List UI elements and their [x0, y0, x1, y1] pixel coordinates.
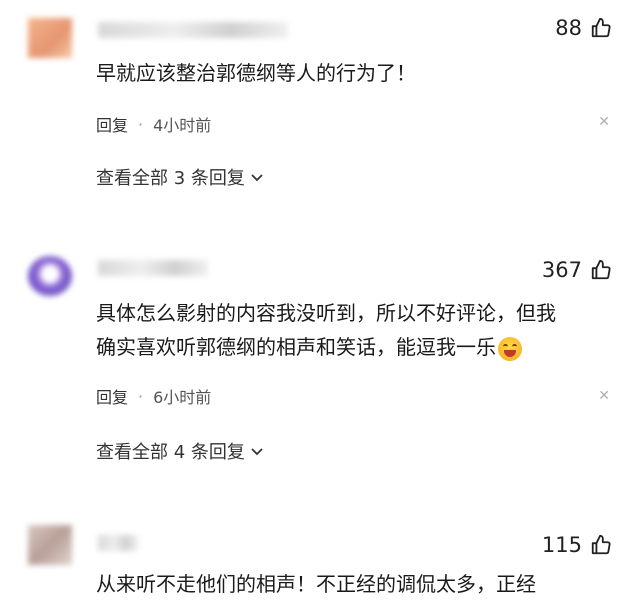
like-control[interactable]: 367	[542, 258, 612, 282]
close-icon[interactable]: ✕	[598, 388, 610, 404]
timestamp: 6小时前	[153, 388, 212, 407]
comment-2: 367 具体怎么影射的内容我没听到，所以不好评论，但我 确实喜欢听郭德纲的相声和…	[0, 250, 640, 470]
view-replies-button[interactable]: 查看全部 4 条回复	[96, 438, 265, 464]
chevron-down-icon	[251, 174, 263, 182]
comment-meta: 回复 · 4小时前	[96, 112, 211, 136]
avatar[interactable]	[28, 525, 72, 565]
comment-line: 从来听不走他们的相声！不正经的调侃太多，正经	[96, 572, 536, 596]
like-control[interactable]: 115	[542, 533, 612, 557]
comment-3: 115 从来听不走他们的相声！不正经的调侃太多，正经	[0, 515, 640, 596]
like-count: 115	[541, 533, 582, 557]
thumbs-up-icon[interactable]	[590, 534, 612, 556]
view-replies-button[interactable]: 查看全部 3 条回复	[96, 164, 265, 190]
like-count: 88	[555, 16, 582, 40]
reply-button[interactable]: 回复	[96, 384, 128, 408]
timestamp: 4小时前	[153, 116, 212, 135]
username-blurred[interactable]	[98, 260, 208, 276]
view-replies-label: 查看全部 3 条回复	[96, 168, 245, 189]
close-icon[interactable]: ✕	[598, 114, 610, 130]
comment-1: 88 早就应该整治郭德纲等人的行为了！ 回复 · 4小时前 ✕ 查看全部 3 条…	[0, 0, 640, 200]
comment-line-text: 确实喜欢听郭德纲的相声和笑话，能逗我一乐	[96, 335, 496, 359]
comment-text: 从来听不走他们的相声！不正经的调侃太多，正经	[96, 567, 606, 601]
avatar[interactable]	[28, 256, 72, 296]
comment-line: 早就应该整治郭德纲等人的行为了！	[96, 61, 416, 85]
comment-line: 具体怎么影射的内容我没听到，所以不好评论，但我	[96, 301, 556, 325]
thumbs-up-icon[interactable]	[590, 259, 612, 281]
username-blurred[interactable]	[98, 22, 288, 38]
username-blurred[interactable]	[98, 535, 138, 551]
like-count: 367	[541, 258, 582, 282]
like-control[interactable]: 88	[555, 16, 612, 40]
comment-text: 早就应该整治郭德纲等人的行为了！	[96, 56, 606, 90]
separator-dot: ·	[138, 114, 144, 134]
comment-text: 具体怎么影射的内容我没听到，所以不好评论，但我 确实喜欢听郭德纲的相声和笑话，能…	[96, 296, 606, 364]
view-replies-label: 查看全部 4 条回复	[96, 442, 245, 463]
comment-line-2: 确实喜欢听郭德纲的相声和笑话，能逗我一乐	[96, 330, 606, 364]
chevron-down-icon	[251, 448, 263, 456]
avatar[interactable]	[28, 18, 72, 58]
thumbs-up-icon[interactable]	[590, 17, 612, 39]
reply-button[interactable]: 回复	[96, 112, 128, 136]
laughing-emoji	[498, 336, 522, 361]
comment-meta: 回复 · 6小时前	[96, 384, 211, 408]
separator-dot: ·	[138, 386, 144, 406]
